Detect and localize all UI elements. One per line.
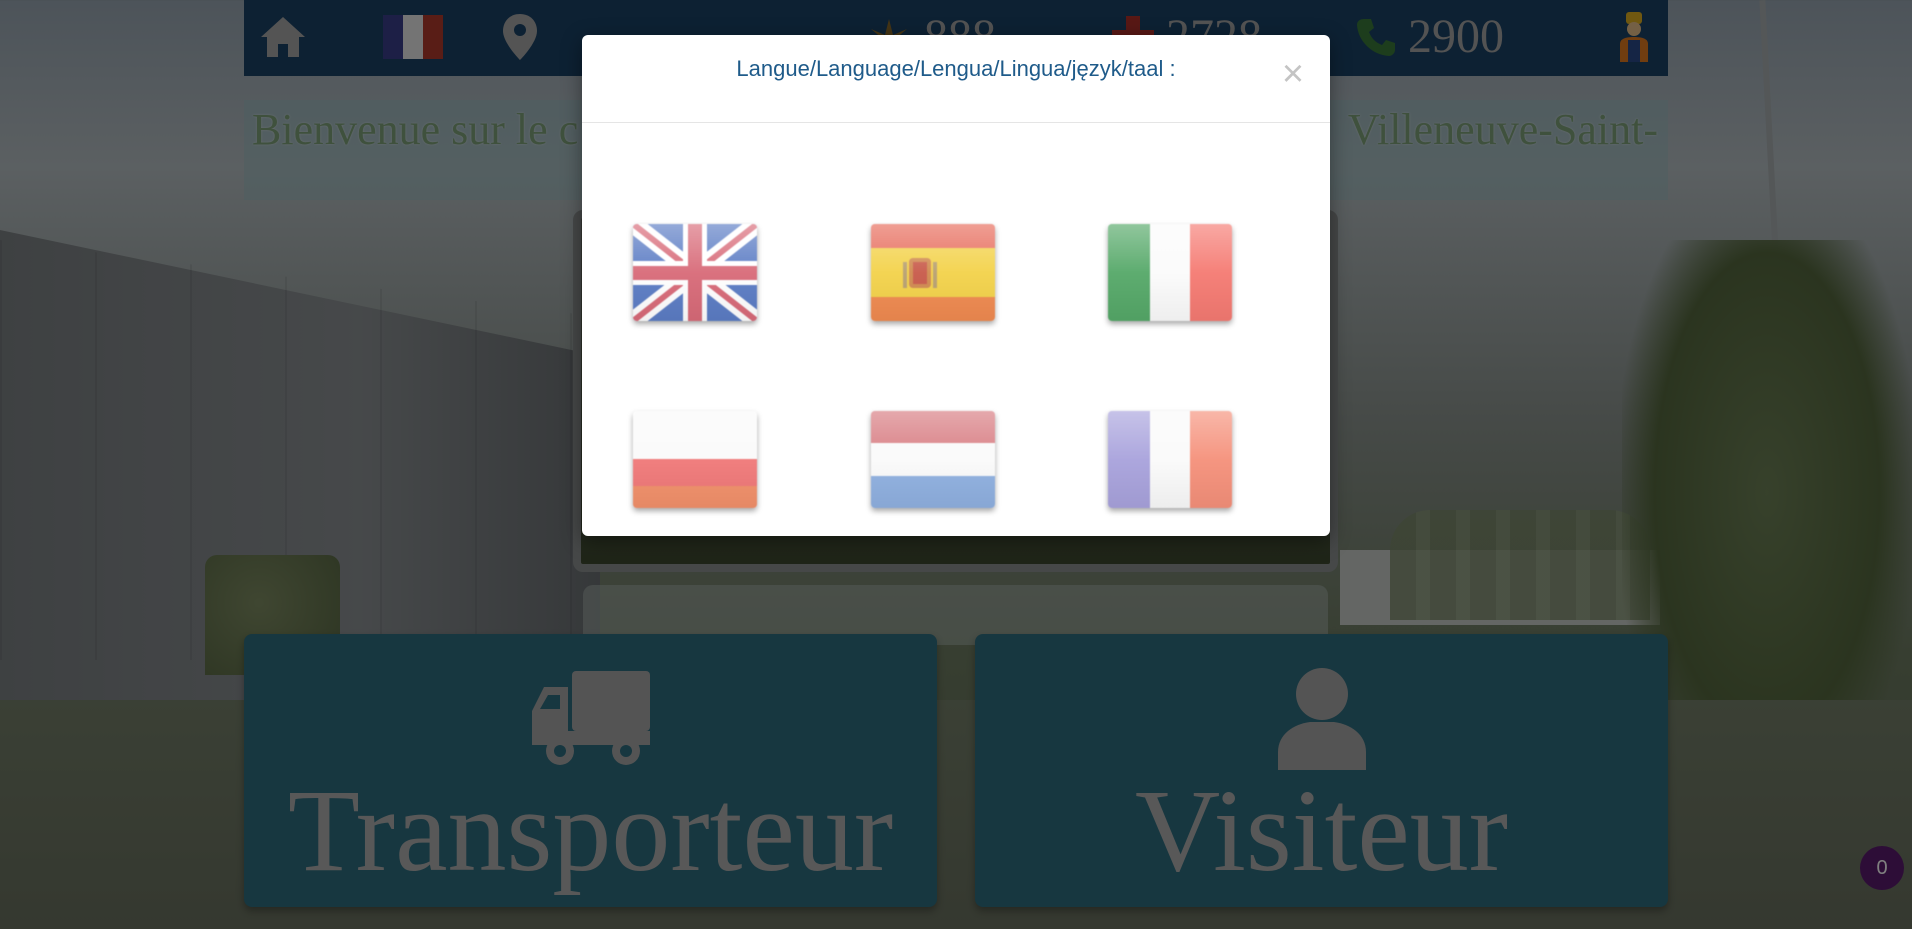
flag-italy-button[interactable] [1108, 224, 1232, 321]
netherlands-flag-icon [871, 411, 995, 508]
flag-spain-button[interactable] [871, 224, 995, 321]
italy-flag-icon [1108, 224, 1232, 321]
modal-title: Langue/Language/Lengua/Lingua/język/taal… [736, 56, 1176, 81]
flag-poland-button[interactable] [633, 411, 757, 508]
close-icon[interactable]: × [1276, 55, 1310, 93]
flag-france-button[interactable] [1108, 411, 1232, 508]
language-modal: Langue/Language/Lengua/Lingua/język/taal… [582, 35, 1330, 536]
flag-netherlands-button[interactable] [871, 411, 995, 508]
modal-header: Langue/Language/Lengua/Lingua/język/taal… [582, 35, 1330, 123]
spain-flag-icon [871, 224, 995, 321]
poland-flag-icon [633, 411, 757, 508]
language-flag-grid [582, 123, 1330, 536]
flag-uk-button[interactable] [633, 224, 757, 321]
uk-flag-icon [633, 224, 757, 321]
france-flag-icon [1108, 411, 1232, 508]
